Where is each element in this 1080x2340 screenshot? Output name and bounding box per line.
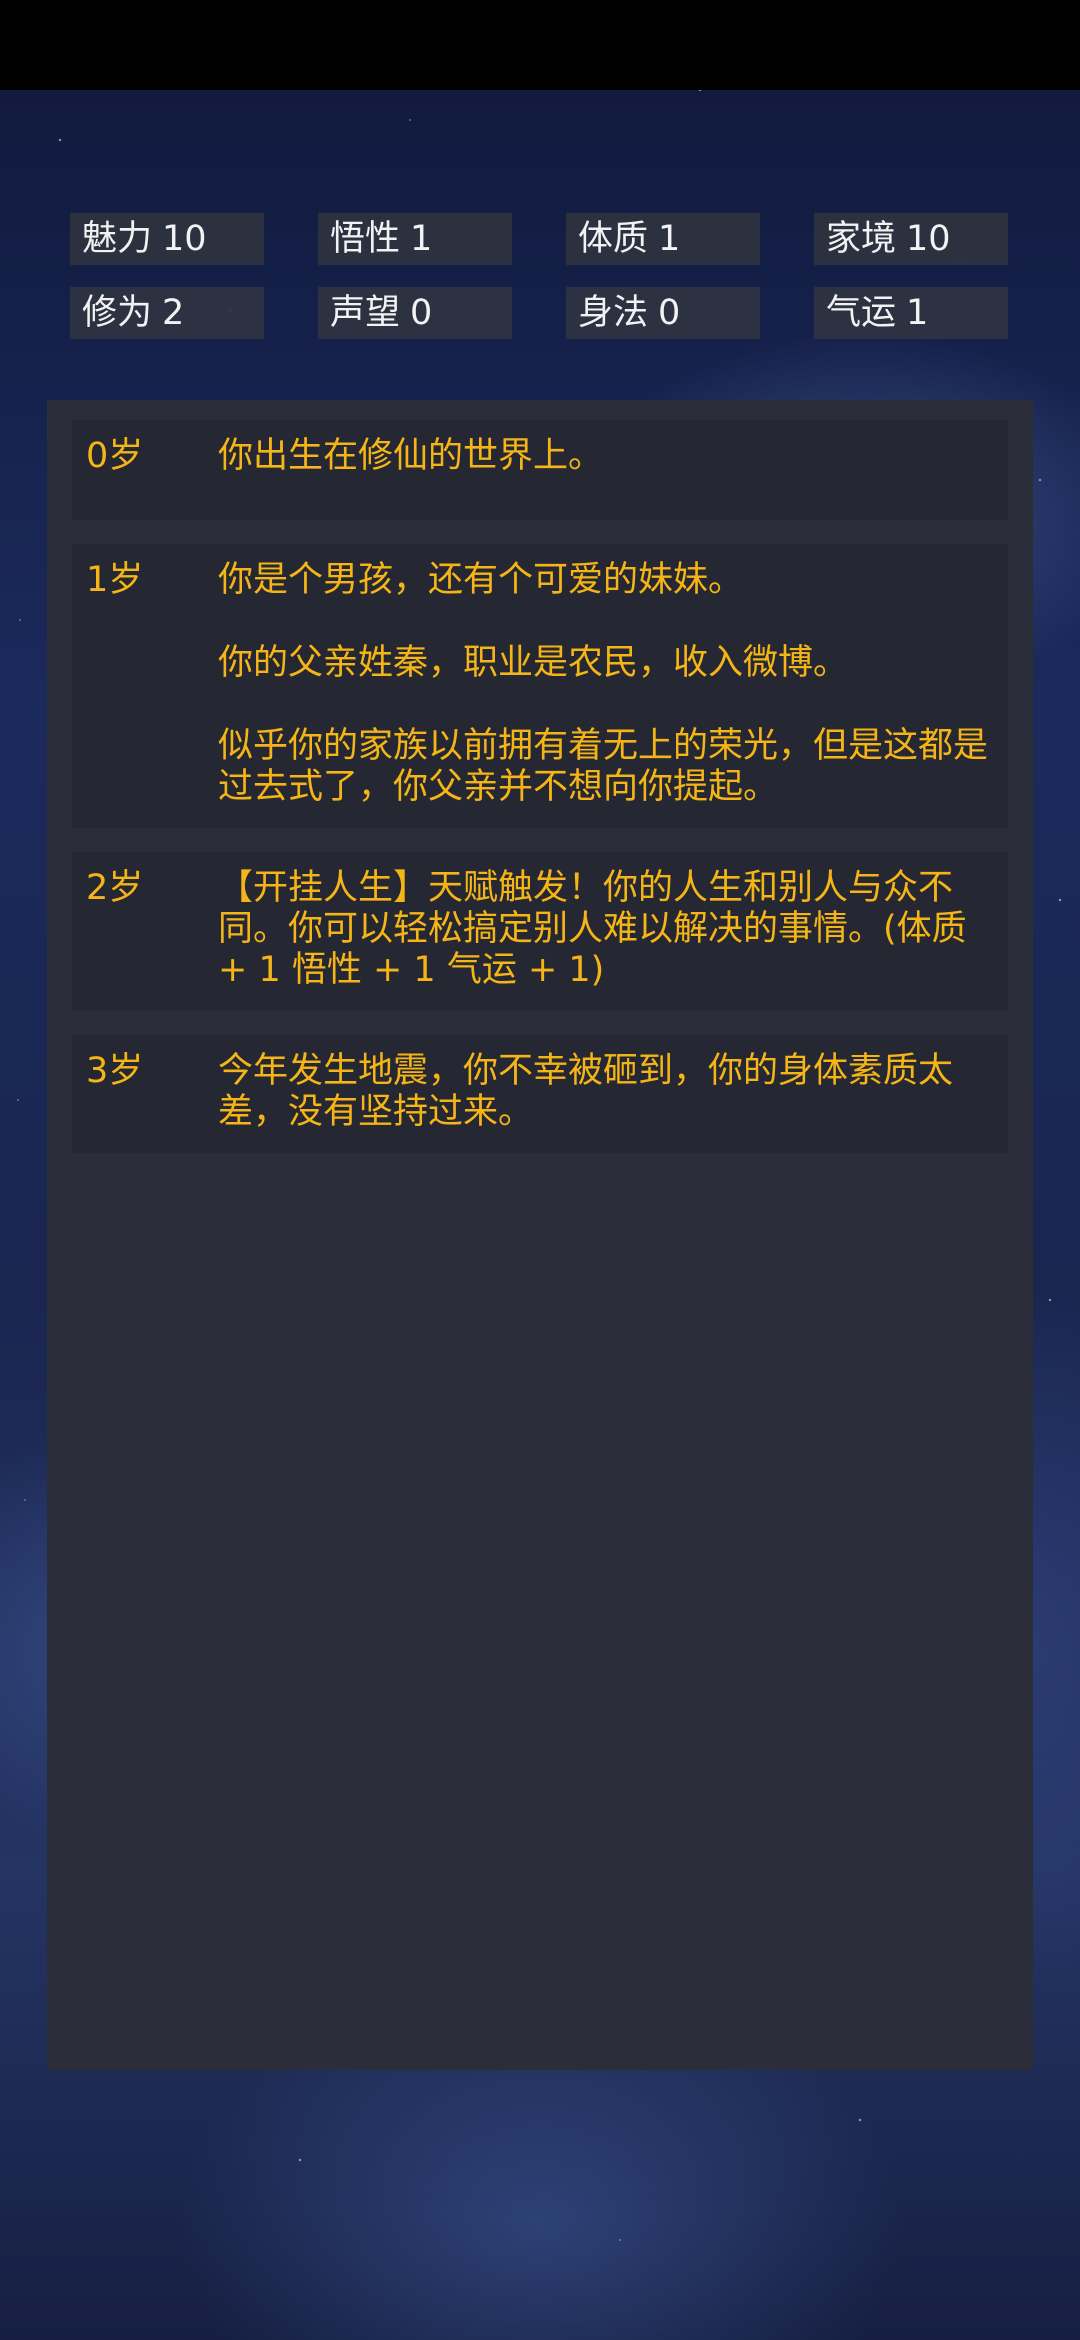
log-texts: 你是个男孩，还有个可爱的妹妹。 你的父亲姓秦，职业是农民，收入微博。 似乎你的家… (218, 560, 988, 808)
log-entry: 3岁 今年发生地震，你不幸被砸到，你的身体素质太差，没有坚持过来。 (72, 1035, 1008, 1153)
life-log-list: 0岁 你出生在修仙的世界上。 1岁 你是个男孩，还有个可爱的妹妹。 你的父亲姓秦… (72, 420, 1008, 1177)
stat-label: 气运 (826, 293, 897, 333)
log-age: 3岁 (86, 1051, 144, 1091)
stat-value: 10 (906, 219, 951, 259)
stat-cultivation: 修为 2 (70, 287, 264, 339)
log-text: 你是个男孩，还有个可爱的妹妹。 (218, 560, 744, 600)
log-age: 2岁 (86, 868, 144, 908)
stat-value: 1 (410, 219, 433, 259)
stat-family: 家境 10 (814, 213, 1008, 265)
status-bar (0, 0, 1080, 90)
stat-value: 0 (658, 293, 681, 333)
stat-value: 10 (162, 219, 207, 259)
log-age: 0岁 (86, 436, 144, 476)
stat-label: 家境 (826, 219, 897, 259)
stat-charm: 魅力 10 (70, 213, 264, 265)
stat-reputation: 声望 0 (318, 287, 512, 339)
stat-label: 身法 (578, 293, 649, 333)
life-log-panel[interactable]: 0岁 你出生在修仙的世界上。 1岁 你是个男孩，还有个可爱的妹妹。 你的父亲姓秦… (47, 400, 1033, 2070)
log-texts: 今年发生地震，你不幸被砸到，你的身体素质太差，没有坚持过来。 (218, 1051, 988, 1133)
log-entry: 2岁 【开挂人生】天赋触发！你的人生和别人与众不同。你可以轻松搞定别人难以解决的… (72, 852, 1008, 1011)
attribute-panel: 魅力 10 悟性 1 体质 1 家境 10 修为 2 声望 0 身法 0 气运 1 (70, 213, 1010, 339)
log-text: 【开挂人生】天赋触发！你的人生和别人与众不同。你可以轻松搞定别人难以解决的事情。… (218, 868, 967, 990)
log-text: 你出生在修仙的世界上。 (218, 436, 604, 476)
log-age: 1岁 (86, 560, 144, 600)
stat-value: 1 (906, 293, 929, 333)
log-text: 今年发生地震，你不幸被砸到，你的身体素质太差，没有坚持过来。 (218, 1051, 954, 1132)
stat-label: 悟性 (330, 219, 401, 259)
stat-label: 修为 (82, 293, 153, 333)
stat-luck: 气运 1 (814, 287, 1008, 339)
log-text: 似乎你的家族以前拥有着无上的荣光，但是这都是过去式了，你父亲并不想向你提起。 (218, 726, 989, 807)
stat-label: 体质 (578, 219, 649, 259)
log-entry: 0岁 你出生在修仙的世界上。 (72, 420, 1008, 520)
stat-comprehension: 悟性 1 (318, 213, 512, 265)
stat-constitution: 体质 1 (566, 213, 760, 265)
stat-label: 魅力 (82, 219, 153, 259)
log-text: 你的父亲姓秦，职业是农民，收入微博。 (218, 643, 849, 683)
stat-value: 1 (658, 219, 681, 259)
stat-value: 2 (162, 293, 185, 333)
stat-value: 0 (410, 293, 433, 333)
stat-label: 声望 (330, 293, 401, 333)
log-texts: 你出生在修仙的世界上。 (218, 436, 988, 500)
log-texts: 【开挂人生】天赋触发！你的人生和别人与众不同。你可以轻松搞定别人难以解决的事情。… (218, 868, 988, 991)
log-entry: 1岁 你是个男孩，还有个可爱的妹妹。 你的父亲姓秦，职业是农民，收入微博。 似乎… (72, 544, 1008, 828)
stat-agility: 身法 0 (566, 287, 760, 339)
